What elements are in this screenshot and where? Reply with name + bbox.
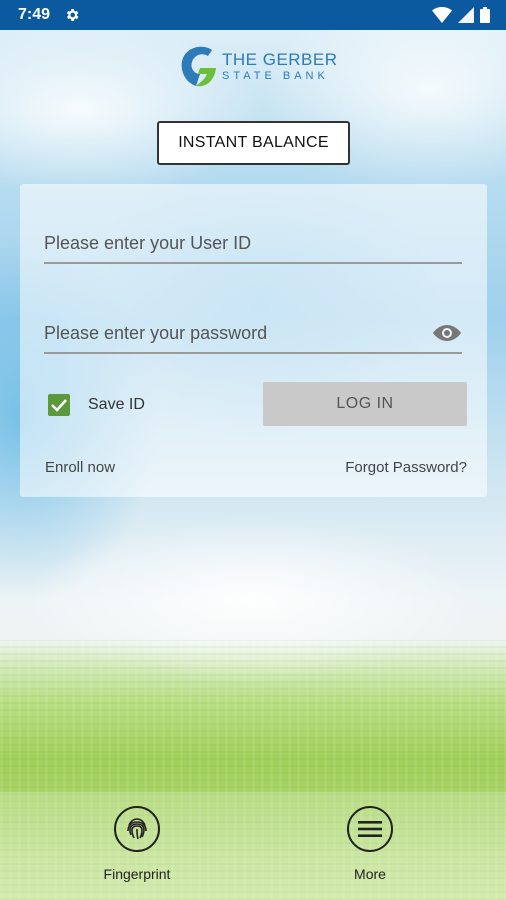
more-circle [347, 806, 393, 852]
instant-balance-button[interactable]: INSTANT BALANCE [157, 121, 350, 165]
wifi-icon [432, 7, 452, 23]
status-time: 7:49 [18, 6, 51, 23]
fingerprint-icon [127, 818, 147, 840]
user-id-input[interactable]: Please enter your User ID [44, 224, 462, 264]
settings-gear-icon [66, 9, 79, 21]
login-button[interactable]: LOG IN [263, 382, 467, 426]
user-id-placeholder: Please enter your User ID [44, 232, 252, 253]
signal-icon [458, 7, 474, 23]
checkmark-icon [51, 399, 67, 412]
forgot-password-link[interactable]: Forgot Password? [345, 459, 467, 476]
save-id-row[interactable]: Save ID [48, 394, 145, 416]
battery-icon [480, 7, 490, 23]
fingerprint-label: Fingerprint [103, 866, 171, 882]
save-id-checkbox[interactable] [48, 394, 70, 416]
bottom-nav: Fingerprint More [0, 792, 506, 900]
show-password-eye-icon[interactable] [432, 323, 462, 343]
more-button[interactable]: More [310, 806, 430, 882]
save-id-label: Save ID [88, 396, 145, 413]
more-label: More [354, 866, 386, 882]
brand-line2: STATE BANK [222, 69, 329, 82]
enroll-now-link[interactable]: Enroll now [45, 459, 115, 476]
status-bar: 7:49 [0, 0, 506, 30]
bank-logo: THE GERBER STATE BANK [178, 42, 338, 90]
menu-hamburger-icon [358, 821, 382, 837]
brand-line1: THE GERBER [222, 49, 338, 69]
login-card: Please enter your User ID Please enter y… [20, 184, 487, 497]
password-input[interactable]: Please enter your password [44, 314, 462, 354]
fingerprint-button[interactable]: Fingerprint [77, 806, 197, 882]
password-placeholder: Please enter your password [44, 322, 268, 343]
fingerprint-circle [114, 806, 160, 852]
gerber-logo-icon [181, 46, 216, 87]
